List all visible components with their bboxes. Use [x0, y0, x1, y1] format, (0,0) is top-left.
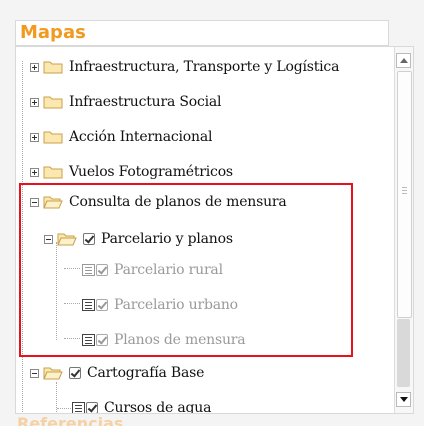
vertical-scrollbar[interactable] [394, 47, 413, 413]
collapse-icon[interactable] [30, 368, 39, 378]
folder-open-icon [43, 366, 63, 380]
tree-node-parcelario-planos[interactable]: Parcelario y planos [44, 225, 233, 253]
tree-node-label: Infraestructura, Transporte y Logística [69, 59, 340, 75]
tree-node-cartografia-base[interactable]: Cartografía Base [30, 359, 204, 387]
tree-node-label: Infraestructura Social [69, 94, 222, 110]
tree-node-label: Acción Internacional [69, 129, 213, 145]
layer-tree: Infraestructura, Transporte y Logística … [15, 46, 414, 414]
scroll-thumb[interactable] [397, 71, 412, 318]
tree-node-label: Parcelario y planos [101, 231, 233, 247]
scroll-track[interactable] [397, 319, 410, 387]
layer-checkbox[interactable] [96, 334, 108, 346]
tree-node-infraestructura[interactable]: Infraestructura, Transporte y Logística [30, 53, 339, 81]
layer-checkbox[interactable] [96, 264, 108, 276]
tree-node-label: Vuelos Fotogramétricos [69, 164, 233, 180]
tree-node-label: Consulta de planos de mensura [69, 194, 287, 210]
collapse-icon[interactable] [44, 234, 53, 244]
folder-icon [43, 95, 63, 109]
tree-node-label: Parcelario urbano [114, 297, 238, 313]
collapse-icon[interactable] [30, 197, 39, 207]
tree-node-label: Planos de mensura [114, 332, 246, 348]
layer-checkbox[interactable] [86, 402, 98, 413]
expand-icon[interactable] [30, 62, 39, 72]
expand-icon[interactable] [30, 132, 39, 142]
tree-connector [64, 268, 80, 269]
legend-list-icon[interactable] [82, 334, 95, 346]
layer-checkbox[interactable] [69, 367, 81, 379]
expand-icon[interactable] [30, 167, 39, 177]
tree-node-vuelos[interactable]: Vuelos Fotogramétricos [30, 158, 233, 186]
legend-list-icon[interactable] [82, 264, 95, 276]
tree-node-infraestructura-social[interactable]: Infraestructura Social [30, 88, 222, 116]
tree-node-accion-internacional[interactable]: Acción Internacional [30, 123, 212, 151]
expand-icon[interactable] [30, 97, 39, 107]
tree-node-parcelario-urbano[interactable]: Parcelario urbano [82, 291, 238, 319]
tree-node-label: Cursos de agua [104, 400, 212, 414]
folder-icon [43, 165, 63, 179]
tree-node-label: Parcelario rural [114, 262, 223, 278]
legend-list-icon[interactable] [82, 299, 95, 311]
tree-node-label: Cartografía Base [87, 365, 205, 381]
panel-title: Mapas [15, 20, 389, 46]
tree-connector [57, 408, 71, 409]
tree-node-parcelario-rural[interactable]: Parcelario rural [82, 256, 223, 284]
tree-connector [22, 61, 23, 413]
tree-node-planos-mensura[interactable]: Planos de mensura [82, 326, 246, 354]
tree-node-cursos-agua[interactable]: Cursos de agua [72, 394, 212, 414]
tree-connector [56, 242, 57, 340]
layer-checkbox[interactable] [83, 233, 95, 245]
scroll-up-arrow-icon[interactable] [396, 53, 411, 68]
folder-open-icon [43, 195, 63, 209]
folder-icon [43, 60, 63, 74]
folder-icon [43, 130, 63, 144]
folder-open-icon [57, 232, 77, 246]
tree-connector [64, 303, 80, 304]
layer-checkbox[interactable] [96, 299, 108, 311]
tree-node-consulta-planos[interactable]: Consulta de planos de mensura [30, 188, 287, 216]
next-panel-title: Referencias [17, 416, 124, 426]
tree-connector [64, 338, 80, 339]
legend-list-icon[interactable] [72, 402, 85, 413]
scroll-down-arrow-icon[interactable] [396, 392, 411, 407]
